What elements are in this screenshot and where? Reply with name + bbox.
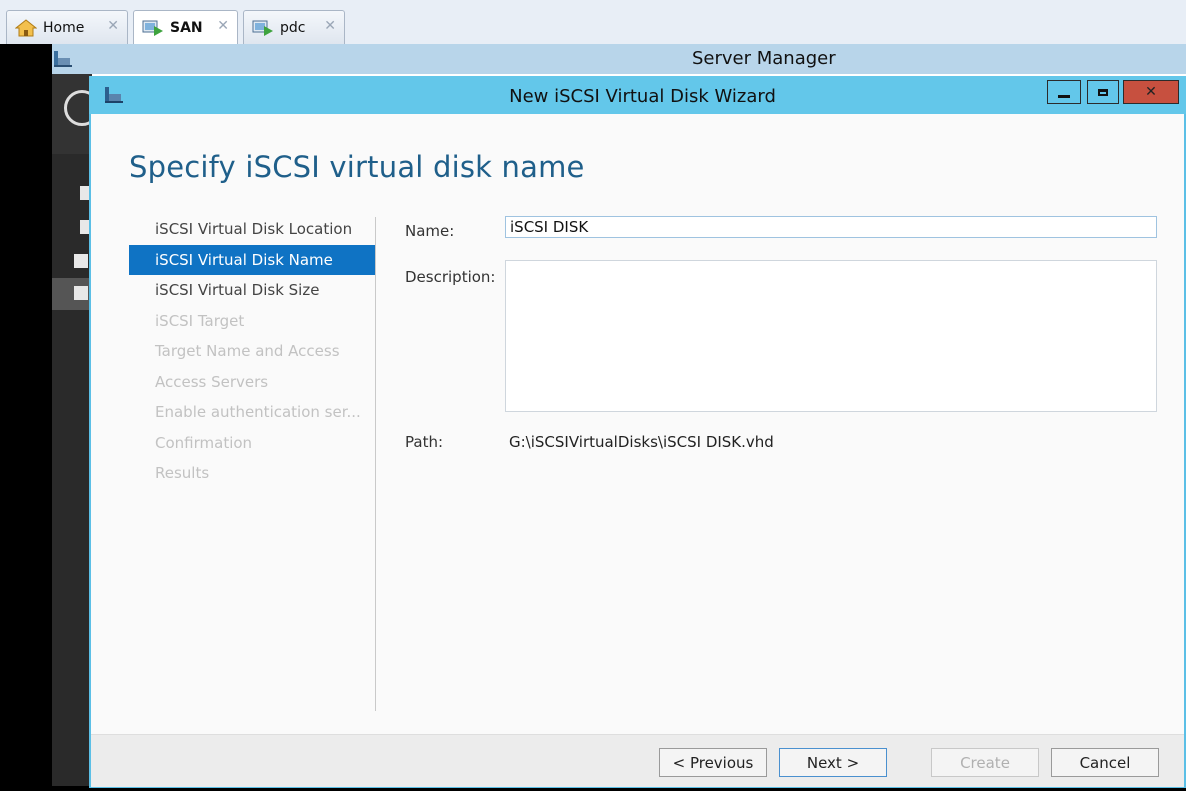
step-item-active[interactable]: iSCSI Virtual Disk Name (129, 244, 375, 275)
minimize-icon (1058, 94, 1070, 98)
file-storage-nav-item[interactable] (52, 278, 92, 310)
wizard-steps: iSCSI Virtual Disk Location iSCSI Virtua… (129, 214, 375, 489)
previous-button[interactable]: < Previous (659, 748, 767, 777)
close-icon[interactable]: ✕ (217, 18, 229, 34)
create-button: Create (931, 748, 1039, 777)
step-item[interactable]: iSCSI Virtual Disk Size (129, 275, 375, 306)
maximize-icon (1098, 88, 1108, 96)
step-item[interactable]: iSCSI Virtual Disk Location (129, 214, 375, 245)
close-icon: ✕ (1145, 84, 1157, 100)
next-button[interactable]: Next > (779, 748, 887, 777)
server-manager-titlebar: Server Manager (52, 44, 1186, 74)
vm-running-icon (252, 19, 274, 37)
step-item: Access Servers (155, 372, 269, 391)
description-input[interactable] (505, 260, 1157, 412)
vm-frame-left (0, 44, 52, 791)
path-value: G:\iSCSIVirtualDisks\iSCSI DISK.vhd (509, 433, 774, 451)
step-item: Enable authentication ser... (155, 403, 361, 421)
tab-home[interactable]: Home ✕ (6, 10, 128, 44)
step-item: Results (155, 464, 210, 482)
description-label: Description: (405, 268, 496, 286)
maximize-button[interactable] (1087, 80, 1119, 104)
server-manager-sidebar (52, 74, 92, 786)
tab-san[interactable]: SAN ✕ (133, 10, 238, 44)
page-title: Specify iSCSI virtual disk name (129, 150, 585, 184)
server-manager-title: Server Manager (692, 48, 836, 69)
server-manager-nav-header (52, 74, 100, 154)
close-icon[interactable]: ✕ (324, 18, 336, 34)
tab-pdc[interactable]: pdc ✕ (243, 10, 345, 44)
close-icon[interactable]: ✕ (107, 18, 119, 34)
vm-running-icon (142, 19, 164, 37)
all-servers-icon[interactable] (74, 254, 88, 268)
step-item: Confirmation (155, 433, 253, 452)
path-label: Path: (405, 433, 444, 451)
server-manager-icon (52, 49, 74, 73)
steps-divider (375, 217, 376, 711)
wizard-titlebar[interactable]: New iSCSI Virtual Disk Wizard ✕ (89, 76, 1186, 114)
file-storage-icon (74, 286, 88, 300)
step-item: iSCSI Target (155, 311, 245, 330)
vm-tab-strip: Home ✕ SAN ✕ pdc ✕ (0, 0, 1186, 45)
name-input[interactable] (505, 216, 1157, 238)
wizard-title: New iSCSI Virtual Disk Wizard (509, 86, 776, 107)
tab-home-label: Home (43, 19, 85, 36)
wizard-body: Specify iSCSI virtual disk name iSCSI Vi… (91, 114, 1184, 787)
tab-san-label: SAN (170, 19, 203, 36)
name-label: Name: (405, 222, 455, 240)
iscsi-wizard-window: New iSCSI Virtual Disk Wizard ✕ Specify … (89, 76, 1186, 788)
close-button[interactable]: ✕ (1123, 80, 1179, 104)
minimize-button[interactable] (1047, 80, 1081, 104)
cancel-button[interactable]: Cancel (1051, 748, 1159, 777)
home-icon (14, 18, 38, 37)
tab-pdc-label: pdc (280, 19, 306, 36)
wizard-footer: < Previous Next > Create Cancel (91, 734, 1184, 787)
step-item: Target Name and Access (155, 342, 340, 360)
